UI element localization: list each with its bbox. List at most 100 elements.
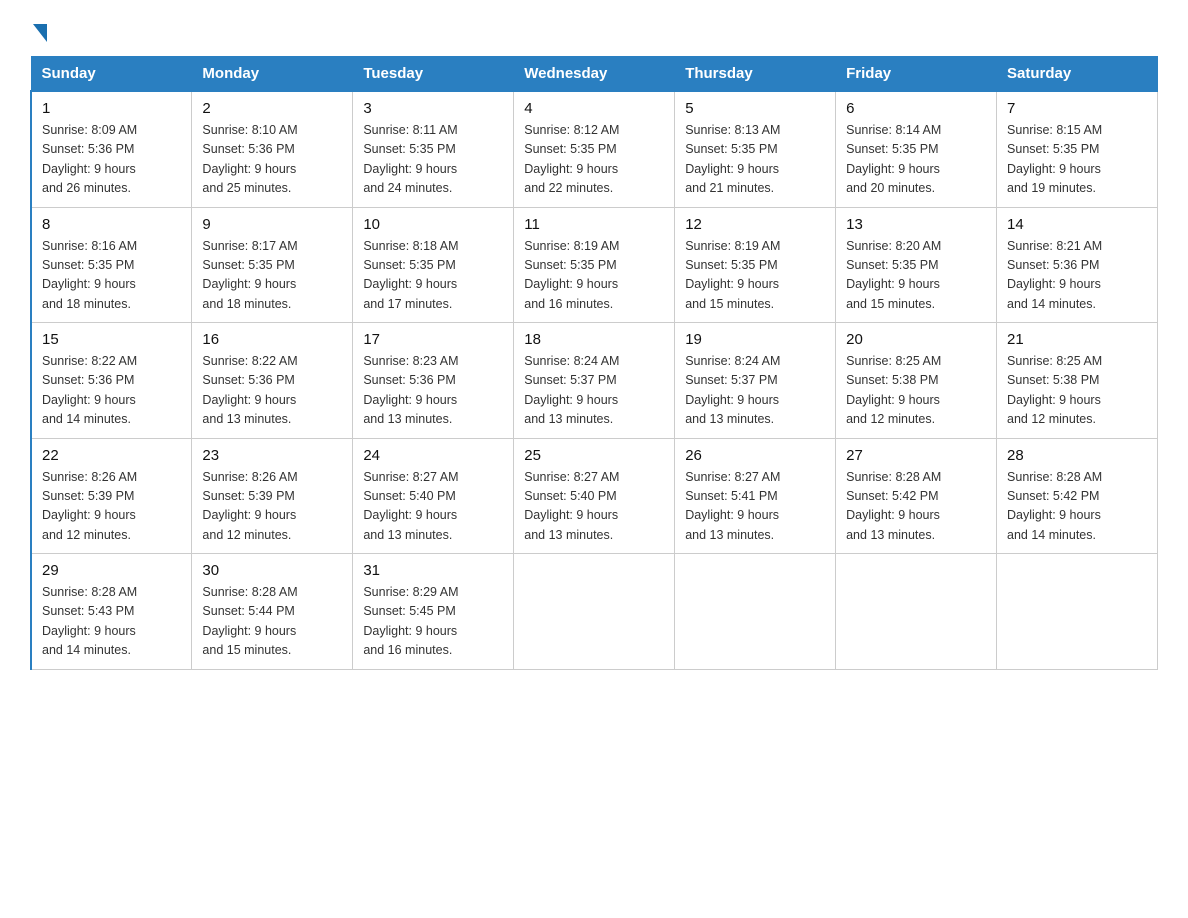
day-info: Sunrise: 8:19 AM Sunset: 5:35 PM Dayligh…	[685, 237, 825, 315]
day-info: Sunrise: 8:17 AM Sunset: 5:35 PM Dayligh…	[202, 237, 342, 315]
week-row-3: 15 Sunrise: 8:22 AM Sunset: 5:36 PM Dayl…	[31, 323, 1158, 439]
page-header	[30, 20, 1158, 38]
calendar-cell: 21 Sunrise: 8:25 AM Sunset: 5:38 PM Dayl…	[997, 323, 1158, 439]
day-info: Sunrise: 8:27 AM Sunset: 5:41 PM Dayligh…	[685, 468, 825, 546]
calendar-cell: 12 Sunrise: 8:19 AM Sunset: 5:35 PM Dayl…	[675, 207, 836, 323]
day-info: Sunrise: 8:27 AM Sunset: 5:40 PM Dayligh…	[524, 468, 664, 546]
day-info: Sunrise: 8:25 AM Sunset: 5:38 PM Dayligh…	[846, 352, 986, 430]
calendar-cell: 9 Sunrise: 8:17 AM Sunset: 5:35 PM Dayli…	[192, 207, 353, 323]
calendar-cell: 27 Sunrise: 8:28 AM Sunset: 5:42 PM Dayl…	[836, 438, 997, 554]
day-number: 3	[363, 100, 503, 117]
calendar-cell: 13 Sunrise: 8:20 AM Sunset: 5:35 PM Dayl…	[836, 207, 997, 323]
day-number: 17	[363, 331, 503, 348]
day-info: Sunrise: 8:16 AM Sunset: 5:35 PM Dayligh…	[42, 237, 181, 315]
day-info: Sunrise: 8:24 AM Sunset: 5:37 PM Dayligh…	[685, 352, 825, 430]
day-number: 7	[1007, 100, 1147, 117]
day-info: Sunrise: 8:14 AM Sunset: 5:35 PM Dayligh…	[846, 121, 986, 199]
day-number: 22	[42, 447, 181, 464]
week-row-1: 1 Sunrise: 8:09 AM Sunset: 5:36 PM Dayli…	[31, 91, 1158, 207]
calendar-cell	[997, 554, 1158, 670]
calendar-cell: 2 Sunrise: 8:10 AM Sunset: 5:36 PM Dayli…	[192, 91, 353, 207]
calendar-cell: 7 Sunrise: 8:15 AM Sunset: 5:35 PM Dayli…	[997, 91, 1158, 207]
week-row-4: 22 Sunrise: 8:26 AM Sunset: 5:39 PM Dayl…	[31, 438, 1158, 554]
calendar-cell: 20 Sunrise: 8:25 AM Sunset: 5:38 PM Dayl…	[836, 323, 997, 439]
day-number: 15	[42, 331, 181, 348]
day-info: Sunrise: 8:25 AM Sunset: 5:38 PM Dayligh…	[1007, 352, 1147, 430]
day-info: Sunrise: 8:13 AM Sunset: 5:35 PM Dayligh…	[685, 121, 825, 199]
day-info: Sunrise: 8:28 AM Sunset: 5:42 PM Dayligh…	[846, 468, 986, 546]
calendar-cell: 18 Sunrise: 8:24 AM Sunset: 5:37 PM Dayl…	[514, 323, 675, 439]
calendar-cell	[514, 554, 675, 670]
day-info: Sunrise: 8:20 AM Sunset: 5:35 PM Dayligh…	[846, 237, 986, 315]
calendar-cell: 17 Sunrise: 8:23 AM Sunset: 5:36 PM Dayl…	[353, 323, 514, 439]
column-header-tuesday: Tuesday	[353, 57, 514, 92]
calendar-table: SundayMondayTuesdayWednesdayThursdayFrid…	[30, 56, 1158, 670]
calendar-cell: 30 Sunrise: 8:28 AM Sunset: 5:44 PM Dayl…	[192, 554, 353, 670]
day-number: 30	[202, 562, 342, 579]
day-info: Sunrise: 8:24 AM Sunset: 5:37 PM Dayligh…	[524, 352, 664, 430]
calendar-cell: 26 Sunrise: 8:27 AM Sunset: 5:41 PM Dayl…	[675, 438, 836, 554]
calendar-cell: 10 Sunrise: 8:18 AM Sunset: 5:35 PM Dayl…	[353, 207, 514, 323]
calendar-cell: 8 Sunrise: 8:16 AM Sunset: 5:35 PM Dayli…	[31, 207, 192, 323]
calendar-cell: 31 Sunrise: 8:29 AM Sunset: 5:45 PM Dayl…	[353, 554, 514, 670]
day-number: 19	[685, 331, 825, 348]
logo-arrow-icon	[33, 24, 47, 42]
logo	[30, 20, 47, 38]
day-info: Sunrise: 8:15 AM Sunset: 5:35 PM Dayligh…	[1007, 121, 1147, 199]
day-info: Sunrise: 8:29 AM Sunset: 5:45 PM Dayligh…	[363, 583, 503, 661]
day-info: Sunrise: 8:28 AM Sunset: 5:43 PM Dayligh…	[42, 583, 181, 661]
day-info: Sunrise: 8:28 AM Sunset: 5:44 PM Dayligh…	[202, 583, 342, 661]
column-header-monday: Monday	[192, 57, 353, 92]
calendar-cell: 22 Sunrise: 8:26 AM Sunset: 5:39 PM Dayl…	[31, 438, 192, 554]
week-row-2: 8 Sunrise: 8:16 AM Sunset: 5:35 PM Dayli…	[31, 207, 1158, 323]
calendar-cell: 6 Sunrise: 8:14 AM Sunset: 5:35 PM Dayli…	[836, 91, 997, 207]
day-info: Sunrise: 8:26 AM Sunset: 5:39 PM Dayligh…	[42, 468, 181, 546]
column-header-thursday: Thursday	[675, 57, 836, 92]
day-info: Sunrise: 8:18 AM Sunset: 5:35 PM Dayligh…	[363, 237, 503, 315]
calendar-cell	[836, 554, 997, 670]
day-info: Sunrise: 8:10 AM Sunset: 5:36 PM Dayligh…	[202, 121, 342, 199]
calendar-cell: 28 Sunrise: 8:28 AM Sunset: 5:42 PM Dayl…	[997, 438, 1158, 554]
week-row-5: 29 Sunrise: 8:28 AM Sunset: 5:43 PM Dayl…	[31, 554, 1158, 670]
day-number: 12	[685, 216, 825, 233]
day-info: Sunrise: 8:12 AM Sunset: 5:35 PM Dayligh…	[524, 121, 664, 199]
calendar-cell: 24 Sunrise: 8:27 AM Sunset: 5:40 PM Dayl…	[353, 438, 514, 554]
day-number: 2	[202, 100, 342, 117]
day-number: 18	[524, 331, 664, 348]
column-header-saturday: Saturday	[997, 57, 1158, 92]
day-info: Sunrise: 8:26 AM Sunset: 5:39 PM Dayligh…	[202, 468, 342, 546]
day-number: 9	[202, 216, 342, 233]
calendar-cell: 5 Sunrise: 8:13 AM Sunset: 5:35 PM Dayli…	[675, 91, 836, 207]
calendar-cell: 14 Sunrise: 8:21 AM Sunset: 5:36 PM Dayl…	[997, 207, 1158, 323]
day-number: 28	[1007, 447, 1147, 464]
day-number: 11	[524, 216, 664, 233]
day-number: 20	[846, 331, 986, 348]
calendar-cell: 4 Sunrise: 8:12 AM Sunset: 5:35 PM Dayli…	[514, 91, 675, 207]
day-number: 23	[202, 447, 342, 464]
day-info: Sunrise: 8:28 AM Sunset: 5:42 PM Dayligh…	[1007, 468, 1147, 546]
day-info: Sunrise: 8:23 AM Sunset: 5:36 PM Dayligh…	[363, 352, 503, 430]
day-number: 31	[363, 562, 503, 579]
day-number: 4	[524, 100, 664, 117]
column-header-wednesday: Wednesday	[514, 57, 675, 92]
day-info: Sunrise: 8:19 AM Sunset: 5:35 PM Dayligh…	[524, 237, 664, 315]
day-number: 21	[1007, 331, 1147, 348]
calendar-cell: 29 Sunrise: 8:28 AM Sunset: 5:43 PM Dayl…	[31, 554, 192, 670]
day-number: 16	[202, 331, 342, 348]
calendar-cell: 23 Sunrise: 8:26 AM Sunset: 5:39 PM Dayl…	[192, 438, 353, 554]
calendar-cell	[675, 554, 836, 670]
day-info: Sunrise: 8:21 AM Sunset: 5:36 PM Dayligh…	[1007, 237, 1147, 315]
day-number: 27	[846, 447, 986, 464]
calendar-cell: 16 Sunrise: 8:22 AM Sunset: 5:36 PM Dayl…	[192, 323, 353, 439]
day-number: 24	[363, 447, 503, 464]
calendar-cell: 11 Sunrise: 8:19 AM Sunset: 5:35 PM Dayl…	[514, 207, 675, 323]
day-number: 5	[685, 100, 825, 117]
day-info: Sunrise: 8:09 AM Sunset: 5:36 PM Dayligh…	[42, 121, 181, 199]
day-number: 29	[42, 562, 181, 579]
calendar-cell: 1 Sunrise: 8:09 AM Sunset: 5:36 PM Dayli…	[31, 91, 192, 207]
day-number: 6	[846, 100, 986, 117]
calendar-cell: 25 Sunrise: 8:27 AM Sunset: 5:40 PM Dayl…	[514, 438, 675, 554]
calendar-header-row: SundayMondayTuesdayWednesdayThursdayFrid…	[31, 57, 1158, 92]
day-info: Sunrise: 8:27 AM Sunset: 5:40 PM Dayligh…	[363, 468, 503, 546]
calendar-cell: 3 Sunrise: 8:11 AM Sunset: 5:35 PM Dayli…	[353, 91, 514, 207]
